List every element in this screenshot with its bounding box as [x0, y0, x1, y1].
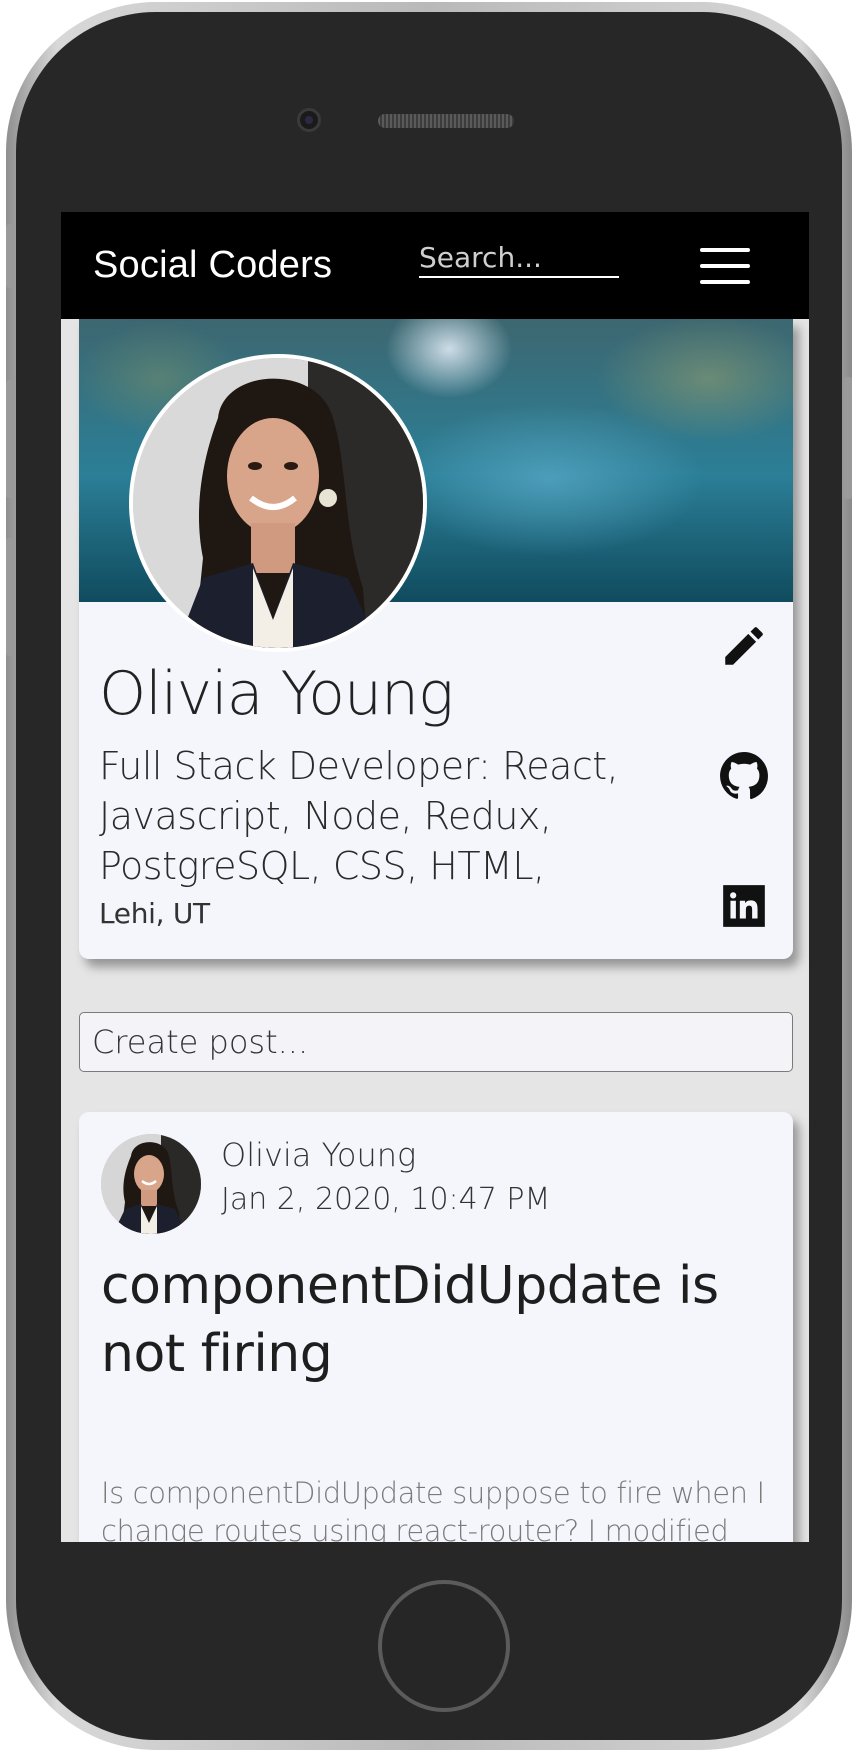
- mute-switch: [6, 224, 14, 288]
- profile-avatar: [129, 354, 427, 652]
- post-card: Olivia Young Jan 2, 2020, 10:47 PM compo…: [79, 1112, 793, 1542]
- hamburger-menu-icon[interactable]: [700, 248, 750, 284]
- post-author-avatar[interactable]: [101, 1134, 201, 1234]
- linkedin-icon[interactable]: [719, 881, 769, 931]
- profile-card: Olivia Young Full Stack Developer: React…: [79, 319, 793, 959]
- post-body: Is componentDidUpdate suppose to fire wh…: [101, 1476, 765, 1542]
- home-button[interactable]: [378, 1580, 510, 1712]
- post-author-name[interactable]: Olivia Young: [221, 1136, 416, 1174]
- screen: Social Coders Search... Olivia Young Ful…: [61, 212, 809, 1542]
- volume-down-button: [6, 538, 14, 656]
- profile-location: Lehi, UT: [99, 897, 210, 930]
- power-button: [844, 377, 852, 499]
- volume-up-button: [6, 380, 14, 498]
- front-camera: [297, 108, 321, 132]
- earpiece-speaker: [378, 114, 514, 128]
- post-timestamp: Jan 2, 2020, 10:47 PM: [221, 1182, 551, 1217]
- pencil-edit-icon[interactable]: [719, 621, 769, 671]
- github-icon[interactable]: [719, 751, 769, 801]
- profile-headline: Full Stack Developer: React, Javascript,…: [99, 744, 619, 888]
- post-title[interactable]: componentDidUpdate is not firing: [101, 1252, 741, 1388]
- brand-logo[interactable]: Social Coders: [93, 244, 332, 287]
- navbar: Social Coders: [61, 212, 809, 319]
- create-post-input[interactable]: [79, 1012, 793, 1072]
- search-input[interactable]: [419, 238, 619, 278]
- profile-name: Olivia Young: [99, 659, 454, 729]
- phone-frame: Social Coders Search... Olivia Young Ful…: [6, 2, 852, 1750]
